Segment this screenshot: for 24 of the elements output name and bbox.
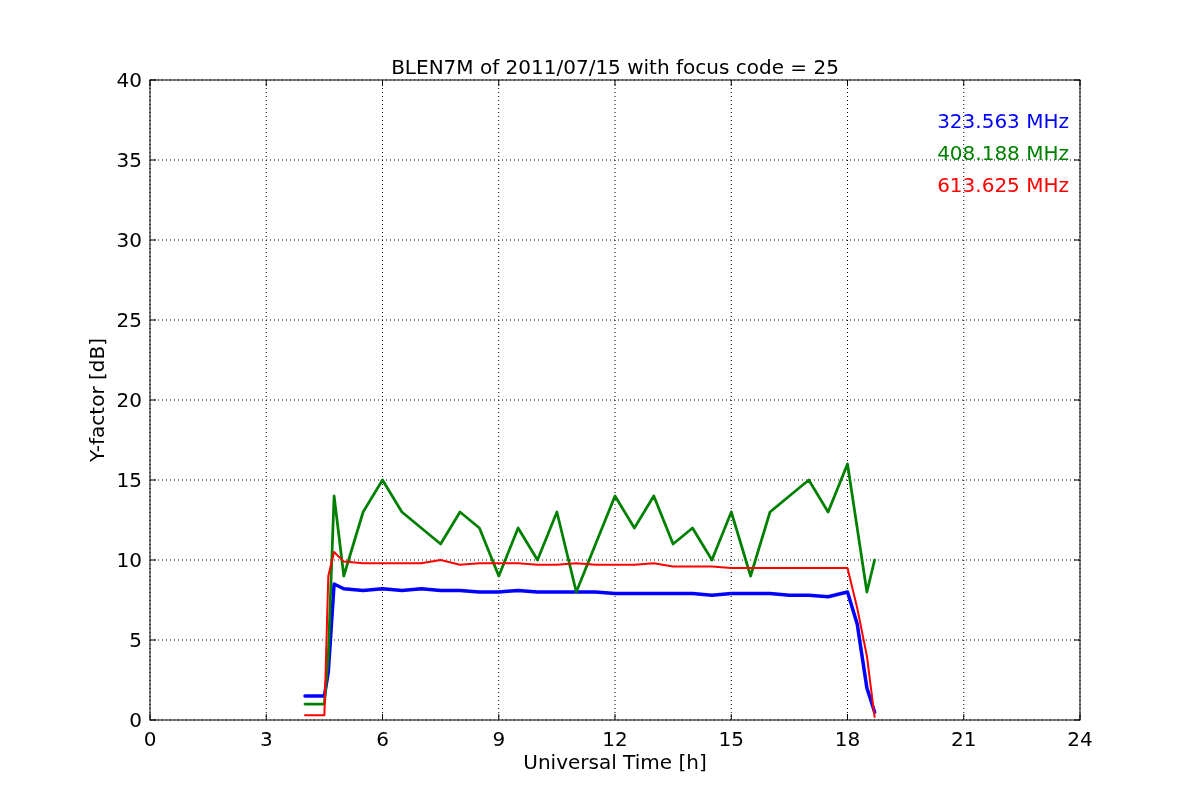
x-tick-label: 6 (376, 727, 389, 751)
x-tick-label: 3 (259, 727, 273, 751)
x-tick-label: 0 (143, 727, 157, 751)
y-axis-label: Y-factor [dB] (85, 338, 109, 462)
legend-label: 323.563 MHz (937, 109, 1069, 133)
y-tick-label: 25 (116, 308, 142, 332)
legend-label: 408.188 MHz (937, 141, 1069, 165)
chart-title: BLEN7M of 2011/07/15 with focus code = 25 (391, 55, 839, 79)
y-tick-label: 0 (129, 708, 142, 732)
y-tick-label: 20 (116, 388, 142, 412)
y-tick-label: 35 (116, 148, 142, 172)
x-tick-label: 15 (718, 727, 744, 751)
x-tick-label: 12 (602, 727, 628, 751)
y-tick-label: 15 (116, 468, 142, 492)
x-tick-label: 24 (1067, 727, 1093, 751)
y-tick-label: 30 (116, 228, 142, 252)
x-tick-label: 18 (834, 727, 861, 751)
y-tick-label: 40 (116, 68, 142, 92)
y-tick-label: 10 (116, 548, 142, 572)
x-tick-label: 9 (492, 727, 506, 751)
legend-label: 613.625 MHz (937, 173, 1069, 197)
x-tick-label: 21 (951, 727, 977, 751)
x-axis-label: Universal Time [h] (523, 750, 707, 774)
y-tick-label: 5 (129, 628, 142, 652)
